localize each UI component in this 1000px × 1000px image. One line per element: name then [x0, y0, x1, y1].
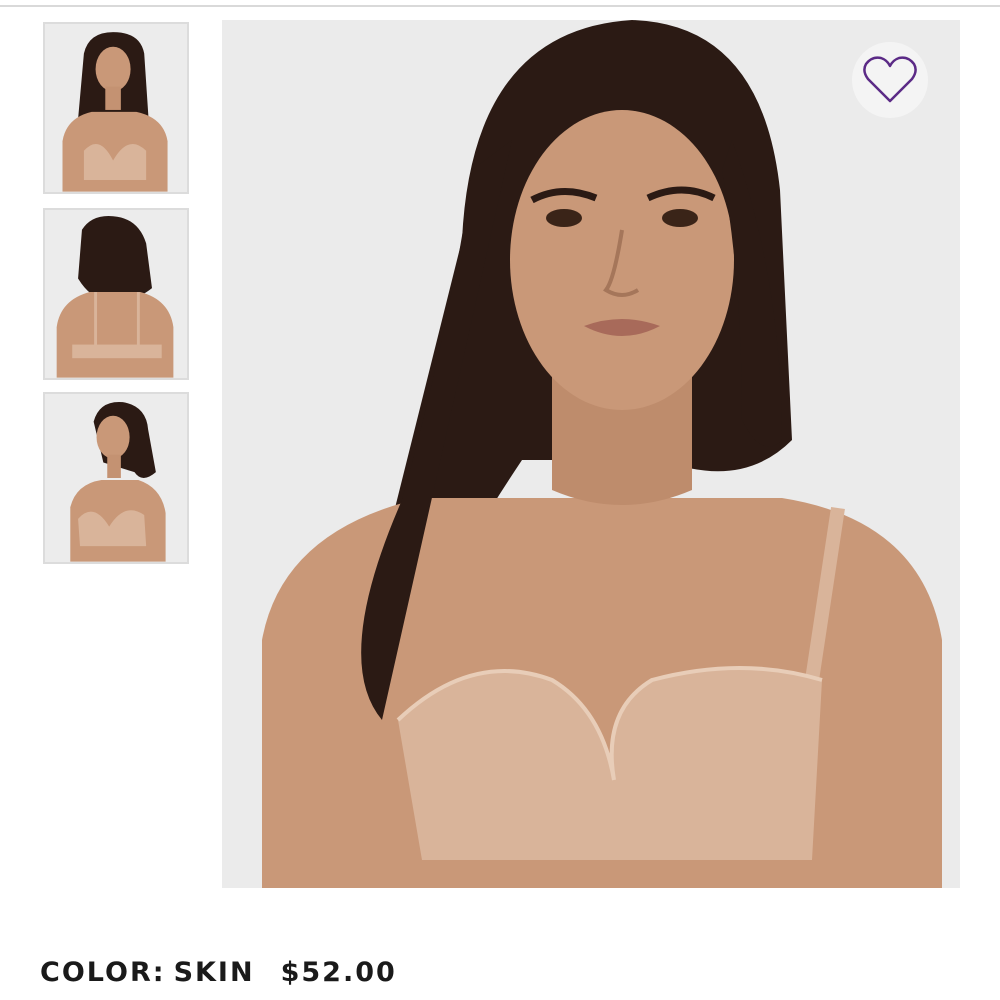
main-product-image	[222, 20, 960, 888]
color-value: SKIN	[173, 956, 255, 988]
heart-outline-icon	[863, 56, 917, 103]
top-divider	[0, 5, 1000, 7]
thumbnail-side-view[interactable]	[43, 392, 189, 564]
thumbnail-back-image	[45, 210, 187, 378]
favorite-button[interactable]	[852, 42, 928, 118]
thumbnail-front-image	[45, 24, 187, 192]
color-label: COLOR:	[40, 956, 166, 988]
product-price: $52.00	[280, 956, 397, 988]
thumbnail-side-image	[45, 394, 187, 562]
product-photo	[222, 20, 960, 888]
thumbnail-front-view[interactable]	[43, 22, 189, 194]
thumbnail-back-view[interactable]	[43, 208, 189, 380]
product-info-line: COLOR: SKIN $52.00	[40, 952, 397, 992]
